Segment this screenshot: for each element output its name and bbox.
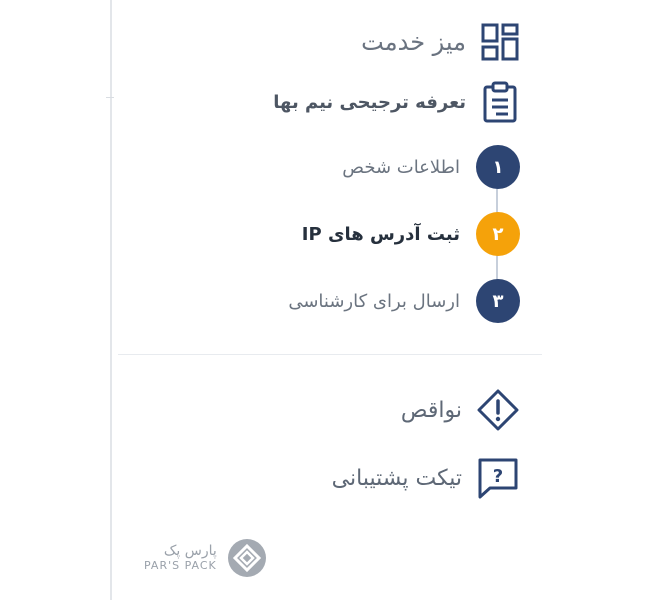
menu-item-tariff[interactable]: تعرفه ترجیحی نیم بها (273, 80, 520, 124)
step-personal-info[interactable]: ۱ اطلاعات شخص (342, 145, 520, 189)
warning-diamond-icon (476, 388, 520, 432)
menu-item-label: میز خدمت (361, 28, 466, 56)
brand-logo-icon (227, 538, 267, 578)
step-number-badge: ۳ (476, 279, 520, 323)
step-send-review[interactable]: ۳ ارسال برای کارشناسی (288, 279, 520, 323)
menu-item-label: تیکت پشتیبانی (331, 465, 462, 491)
gutter-tick (106, 97, 114, 98)
help-chat-icon: ? (476, 456, 520, 500)
gutter-divider (110, 0, 112, 600)
menu-item-deficits[interactable]: نواقص (401, 388, 520, 432)
step-label: ثبت آدرس های IP (301, 223, 460, 245)
menu-item-support-ticket[interactable]: ? تیکت پشتیبانی (332, 456, 520, 500)
step-ip-registration[interactable]: ۲ ثبت آدرس های IP (302, 212, 520, 256)
clipboard-icon (480, 80, 520, 124)
brand-logo-area: پارس پک PAR'S PACK (144, 538, 267, 578)
brand-name-en: PAR'S PACK (144, 559, 217, 572)
step-number-badge: ۲ (476, 212, 520, 256)
step-label: ارسال برای کارشناسی (288, 290, 460, 312)
menu-item-label: نواقص (400, 397, 462, 423)
dashboard-grid-icon (480, 22, 520, 62)
menu-item-label: تعرفه ترجیحی نیم بها (273, 91, 466, 113)
progress-steps: ۱ اطلاعات شخص ۲ ثبت آدرس های IP ۳ ارسال … (220, 145, 520, 325)
step-number-badge: ۱ (476, 145, 520, 189)
menu-item-dashboard[interactable]: میز خدمت (361, 22, 520, 62)
brand-name-fa: پارس پک (163, 543, 217, 559)
svg-text:?: ? (493, 466, 503, 487)
section-divider (118, 354, 542, 355)
step-label: اطلاعات شخص (342, 156, 460, 178)
brand-text: پارس پک PAR'S PACK (144, 543, 217, 573)
left-gutter (0, 0, 112, 600)
